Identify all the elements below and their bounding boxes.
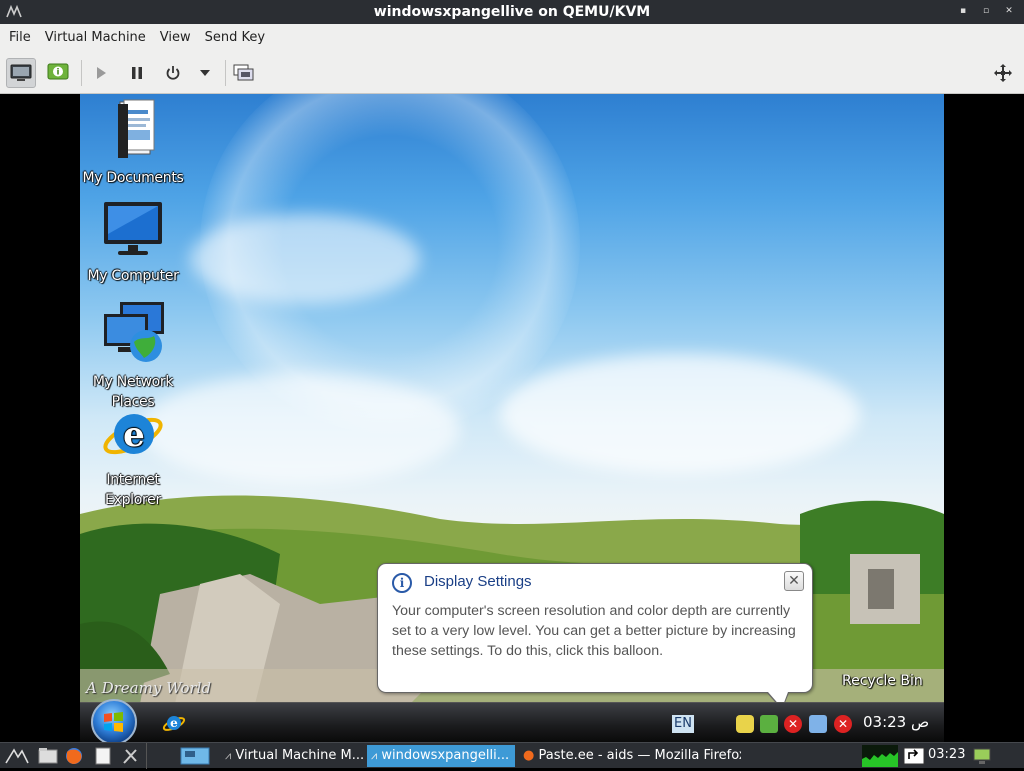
desktop-icon-my-network-places[interactable]: My Network Places [80, 300, 188, 412]
balloon-close-button[interactable]: ✕ [784, 571, 804, 591]
cloud [500, 354, 860, 474]
start-button[interactable] [91, 699, 137, 742]
snapshot-button[interactable] [229, 58, 259, 88]
vm-taskbar: e EN ✕ ✕ 03:23 ص [80, 699, 944, 742]
pause-button[interactable] [122, 58, 152, 88]
balloon-text: Your computer's screen resolution and co… [392, 603, 796, 660]
taskbar-item-label: Virtual Machine M... [235, 748, 363, 763]
taskbar-item-virtual-machine-manager[interactable]: ⩘ Virtual Machine M... [221, 745, 363, 767]
desktop-icon-recycle-bin[interactable]: Recycle Bin [842, 673, 923, 689]
my-computer-icon [104, 202, 162, 255]
tray-network-icon[interactable] [760, 715, 778, 733]
screen-switch-icon[interactable] [903, 747, 925, 765]
menu-send-key[interactable]: Send Key [198, 24, 272, 52]
vm-clock[interactable]: 03:23 ص [863, 713, 929, 731]
desktop-icon-label: Internet Explorer [105, 472, 161, 508]
taskbar-item-label: Paste.ee - aids — Mozilla Firefox [538, 748, 741, 763]
my-documents-icon [118, 99, 155, 158]
display-settings-balloon[interactable]: i Display Settings ✕ Your computer's scr… [377, 563, 813, 710]
vm-console-icon: ⩘ [371, 749, 378, 762]
file-manager-icon[interactable] [38, 747, 58, 765]
power-menu-button[interactable] [190, 58, 220, 88]
fullscreen-icon [994, 64, 1012, 82]
minimize-icon[interactable]: ▪ [956, 4, 970, 18]
cloud [140, 374, 460, 484]
cpu-monitor-graph [862, 745, 898, 767]
balloon-title: Display Settings [424, 573, 532, 590]
maximize-icon[interactable]: ▫ [979, 4, 993, 18]
firefox-small-icon: ● [523, 748, 535, 763]
firefox-icon[interactable] [64, 747, 84, 765]
power-icon [166, 66, 180, 80]
details-button[interactable] [43, 58, 73, 88]
virt-manager-icon: ⩘ [225, 749, 232, 762]
desktop-icon-internet-explorer[interactable]: e Internet Explorer [80, 404, 188, 510]
tray-display-icon[interactable] [809, 715, 827, 733]
desktop-icon-my-computer[interactable]: My Computer [80, 200, 188, 286]
app-launcher-icon[interactable] [4, 747, 30, 765]
desktop-icon-label: My Documents [82, 170, 184, 186]
menu-view[interactable]: View [153, 24, 198, 52]
app-menu-icon[interactable] [6, 4, 22, 20]
menu-virtual-machine[interactable]: Virtual Machine [38, 24, 153, 52]
console-icon [10, 64, 32, 81]
text-editor-icon[interactable] [93, 747, 113, 765]
details-icon [47, 63, 69, 80]
menu-bar: File Virtual Machine View Send Key [0, 24, 1024, 52]
tray-app-icon[interactable] [736, 715, 754, 733]
info-icon: i [392, 573, 412, 593]
toolbar [0, 52, 1024, 94]
network-monitor-icon[interactable] [972, 747, 994, 765]
wallpaper-watermark: A Dreamy World [86, 679, 212, 697]
tools-icon[interactable] [121, 747, 141, 765]
host-panel: ⩘ Virtual Machine M... ⩘ windowsxpangell… [0, 742, 1024, 769]
cloud [190, 214, 420, 304]
close-icon[interactable]: ✕ [1002, 4, 1016, 18]
pause-icon [132, 67, 142, 79]
run-icon [97, 67, 106, 79]
my-network-places-icon [104, 302, 164, 362]
tray-alert-icon[interactable]: ✕ [834, 715, 852, 733]
svg-text:e: e [123, 415, 145, 455]
desktop-icon-my-documents[interactable]: My Documents [80, 96, 188, 188]
windows-logo-icon [104, 712, 123, 732]
taskbar-item-label: windowsxpangelli... [381, 748, 510, 763]
tray-security-alert-icon[interactable]: ✕ [784, 715, 802, 733]
run-button[interactable] [86, 58, 116, 88]
ie-quicklaunch-icon[interactable]: e [162, 711, 186, 735]
svg-text:e: e [170, 716, 178, 730]
console-button[interactable] [6, 58, 36, 88]
fullscreen-button[interactable] [988, 58, 1018, 88]
dropdown-arrow-icon [200, 70, 210, 76]
window-title: windowsxpangellive on QEMU/KVM [373, 4, 651, 20]
host-clock[interactable]: 03:23 [928, 747, 965, 762]
internet-explorer-icon: e [103, 414, 163, 455]
snapshot-icon [233, 64, 254, 81]
taskbar-item-firefox[interactable]: ● Paste.ee - aids — Mozilla Firefox [519, 745, 741, 767]
language-indicator[interactable]: EN [672, 715, 694, 733]
desktop-switcher-icon[interactable] [180, 747, 210, 765]
power-button[interactable] [158, 58, 188, 88]
window-titlebar: windowsxpangellive on QEMU/KVM ▪ ▫ ✕ [0, 0, 1024, 24]
menu-file[interactable]: File [2, 24, 38, 52]
taskbar-item-windowsxpangellive[interactable]: ⩘ windowsxpangelli... [367, 745, 515, 767]
vm-display[interactable]: My Documents My Computer My Network Plac… [80, 94, 944, 742]
desktop-icon-label: My Computer [87, 268, 179, 284]
